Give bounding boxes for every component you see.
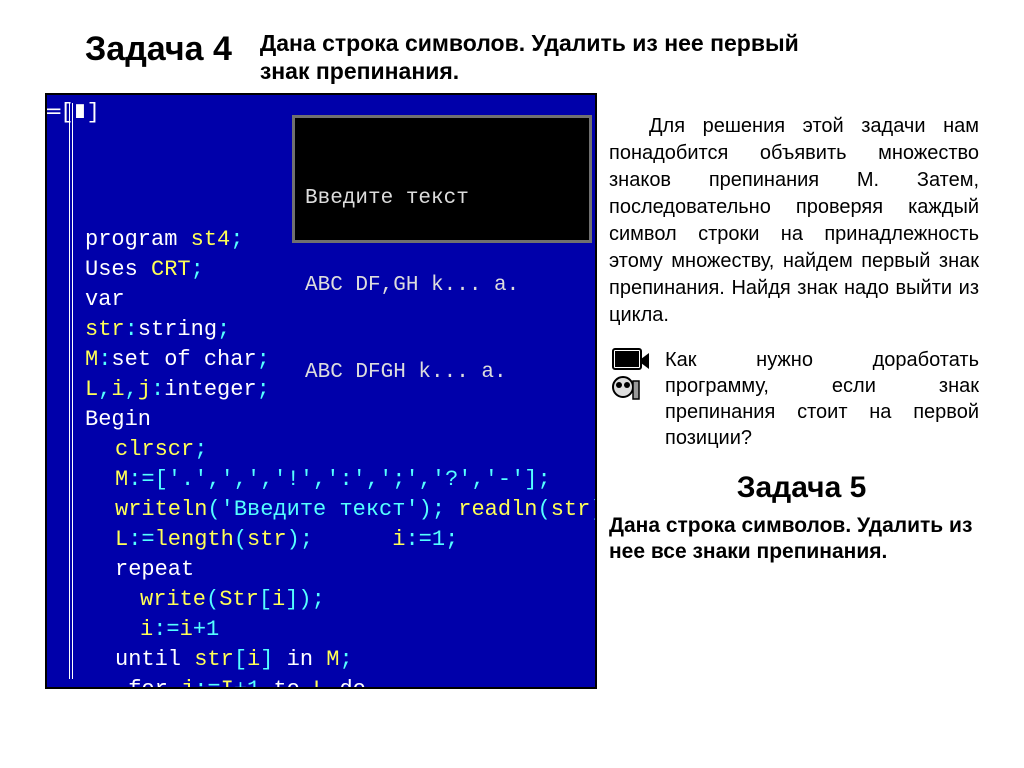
code-frame-marker: ═[∎]	[47, 98, 100, 128]
output-line: ABC DFGH k... a.	[305, 358, 579, 387]
output-line: ABC DF,GH k... a.	[305, 271, 579, 300]
code-line: M:=['.',',','!',':',';','?','-'];	[115, 465, 585, 495]
code-line: writeln('Введите текст'); readln(str);	[115, 495, 585, 525]
hint-text: Как нужно доработать программу, если зна…	[665, 347, 979, 451]
code-line: i:=i+1	[140, 615, 585, 645]
task5-title: Задача 5	[609, 471, 994, 505]
code-line: write(Str[i]);	[140, 585, 585, 615]
program-output-panel: Введите текст ABC DF,GH k... a. ABC DFGH…	[292, 115, 592, 243]
task5-statement: Дана строка символов. Удалить из нее все…	[609, 513, 979, 566]
task4-statement: Дана строка символов. Удалить из нее пер…	[260, 30, 820, 85]
code-line: L:=length(str); i:=1;	[115, 525, 585, 555]
explanation-text: Для решения этой задачи нам понадобится …	[609, 113, 979, 329]
task4-title: Задача 4	[85, 30, 232, 69]
code-line: for j:=I+1 to L do	[115, 675, 585, 689]
hint-icon	[609, 347, 653, 407]
output-line: Введите текст	[305, 184, 579, 213]
code-line: repeat	[115, 555, 585, 585]
code-line: until str[i] in M;	[115, 645, 585, 675]
